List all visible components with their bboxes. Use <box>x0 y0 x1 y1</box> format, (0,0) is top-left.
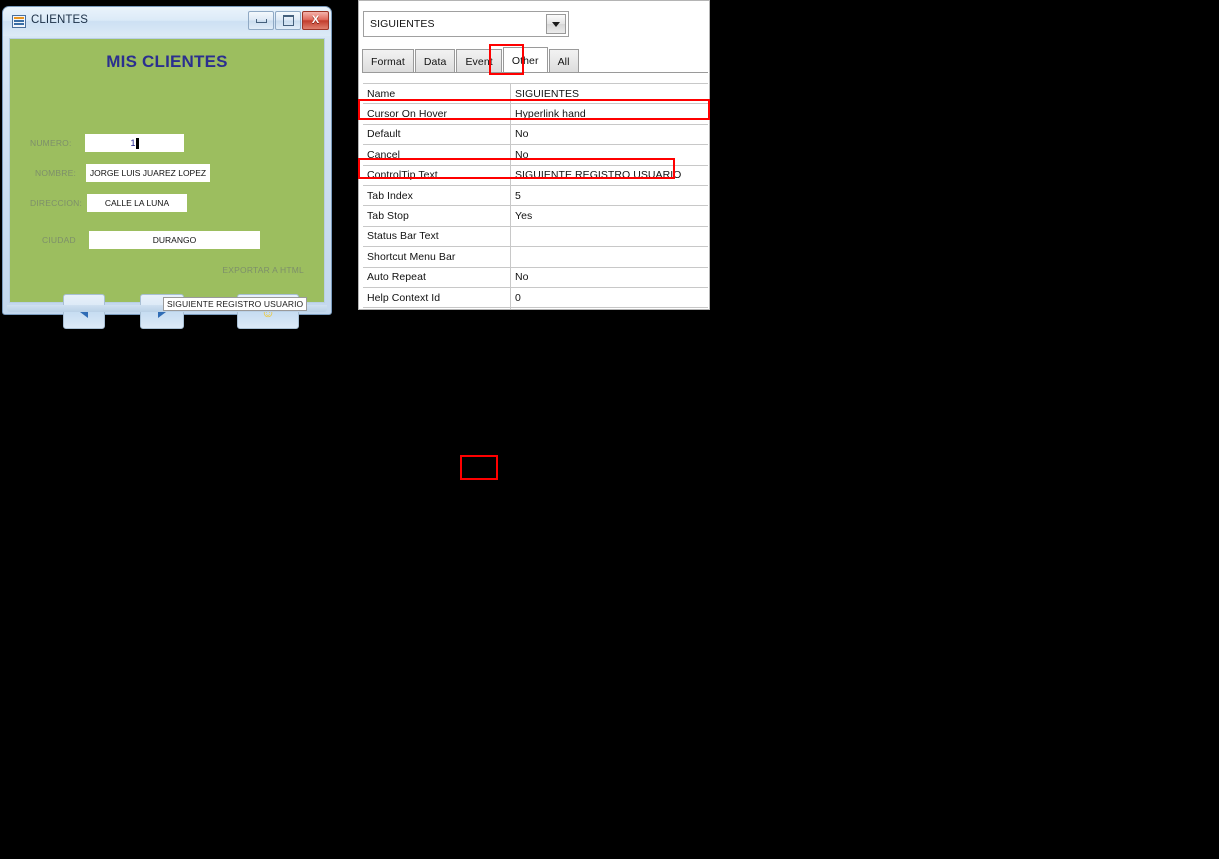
property-value[interactable] <box>511 308 708 309</box>
nombre-input[interactable]: JORGE LUIS JUAREZ LOPEZ <box>86 164 210 182</box>
property-value[interactable]: No <box>511 268 708 287</box>
export-html-label[interactable]: EXPORTAR A HTML <box>222 265 304 275</box>
property-tabs: Format Data Event Other All <box>362 47 580 73</box>
minimize-icon <box>249 12 273 29</box>
numero-value: 1 <box>130 138 136 148</box>
ciudad-input[interactable]: DURANGO <box>89 231 260 249</box>
property-name: Name <box>363 84 511 104</box>
table-row[interactable]: Shortcut Menu Bar <box>363 247 708 268</box>
property-name: Tab Index <box>363 185 511 206</box>
numero-input[interactable]: 1 <box>85 134 184 152</box>
property-name: Default <box>363 124 511 145</box>
property-value[interactable]: Hyperlink hand <box>511 104 708 123</box>
clientes-form-window: CLIENTES X MIS CLIENTES NUMERO: 1 NOMBRE… <box>2 6 332 329</box>
table-row[interactable]: Default No <box>363 124 708 146</box>
control-selector-value: SIGUIENTES <box>370 18 435 30</box>
label-direccion: DIRECCION: <box>30 198 83 208</box>
close-icon: X <box>311 14 320 26</box>
table-row[interactable]: Name SIGUIENTES <box>363 84 708 105</box>
table-row[interactable]: Status Bar Text <box>363 226 708 248</box>
access-form-icon <box>12 15 26 28</box>
table-row[interactable]: ControlTip Text SIGUIENTE REGISTRO USUAR… <box>363 165 708 186</box>
direccion-input[interactable]: CALLE LA LUNA <box>87 194 187 212</box>
close-button[interactable]: X <box>302 11 329 30</box>
property-value[interactable] <box>511 227 708 246</box>
table-row[interactable]: Help Context Id 0 <box>363 287 708 309</box>
maximize-icon <box>276 12 300 29</box>
property-grid: Name SIGUIENTES Cursor On Hover Hyperlin… <box>363 83 708 309</box>
table-row[interactable]: Tab Index 5 <box>363 185 708 207</box>
property-value[interactable]: 5 <box>511 186 708 205</box>
property-value[interactable]: No <box>511 125 708 144</box>
form-canvas: MIS CLIENTES NUMERO: 1 NOMBRE: JORGE LUI… <box>9 38 325 329</box>
property-value[interactable]: 0 <box>511 288 708 307</box>
label-nombre: NOMBRE: <box>35 168 77 178</box>
maximize-button[interactable] <box>275 11 301 30</box>
text-caret <box>135 137 139 149</box>
property-sheet-panel: SIGUIENTES Format Data Event Other All N… <box>358 0 710 310</box>
highlight-box-standalone <box>460 455 498 480</box>
property-value[interactable]: SIGUIENTE REGISTRO USUARIO <box>511 166 708 185</box>
page-title: MIS CLIENTES <box>106 52 228 71</box>
property-name: Cancel <box>363 145 511 165</box>
property-name: Cursor On Hover <box>363 104 511 124</box>
tab-event[interactable]: Event <box>456 49 502 73</box>
field-row-ciudad: CIUDAD DURANGO <box>10 231 324 251</box>
table-row[interactable]: Tab Stop Yes <box>363 206 708 227</box>
property-value[interactable]: Yes <box>511 206 708 225</box>
property-value[interactable]: SIGUIENTES <box>511 84 708 103</box>
form-title: CLIENTES <box>31 14 89 26</box>
form-titlebar[interactable]: CLIENTES X <box>3 7 331 36</box>
property-name: Help Context Id <box>363 287 511 308</box>
tab-all[interactable]: All <box>548 49 579 73</box>
property-name: Auto Repeat <box>363 267 511 287</box>
label-numero: NUMERO: <box>30 138 72 148</box>
minimize-button[interactable] <box>248 11 274 30</box>
control-tooltip: SIGUIENTE REGISTRO USUARIO <box>163 297 308 311</box>
property-name: Tab Stop <box>363 206 511 226</box>
property-name: Tag <box>363 308 511 309</box>
tab-data[interactable]: Data <box>414 49 456 73</box>
property-value[interactable] <box>511 247 708 266</box>
field-row-numero: NUMERO: 1 <box>10 134 324 154</box>
table-row[interactable]: Tag <box>363 308 708 309</box>
property-name: Status Bar Text <box>363 226 511 247</box>
property-value[interactable]: No <box>511 145 708 164</box>
label-ciudad: CIUDAD <box>42 235 76 245</box>
tab-other[interactable]: Other <box>502 47 548 73</box>
property-name: ControlTip Text <box>363 165 511 185</box>
tab-format[interactable]: Format <box>362 49 414 73</box>
tabs-divider <box>362 72 708 73</box>
field-row-direccion: DIRECCION: CALLE LA LUNA <box>10 194 324 214</box>
table-row[interactable]: Cursor On Hover Hyperlink hand <box>363 104 708 125</box>
property-name: Shortcut Menu Bar <box>363 247 511 267</box>
control-selector-combobox[interactable]: SIGUIENTES <box>363 11 569 37</box>
chevron-down-icon[interactable] <box>546 14 566 34</box>
field-row-nombre: NOMBRE: JORGE LUIS JUAREZ LOPEZ <box>10 164 324 184</box>
table-row[interactable]: Auto Repeat No <box>363 267 708 288</box>
table-row[interactable]: Cancel No <box>363 145 708 166</box>
